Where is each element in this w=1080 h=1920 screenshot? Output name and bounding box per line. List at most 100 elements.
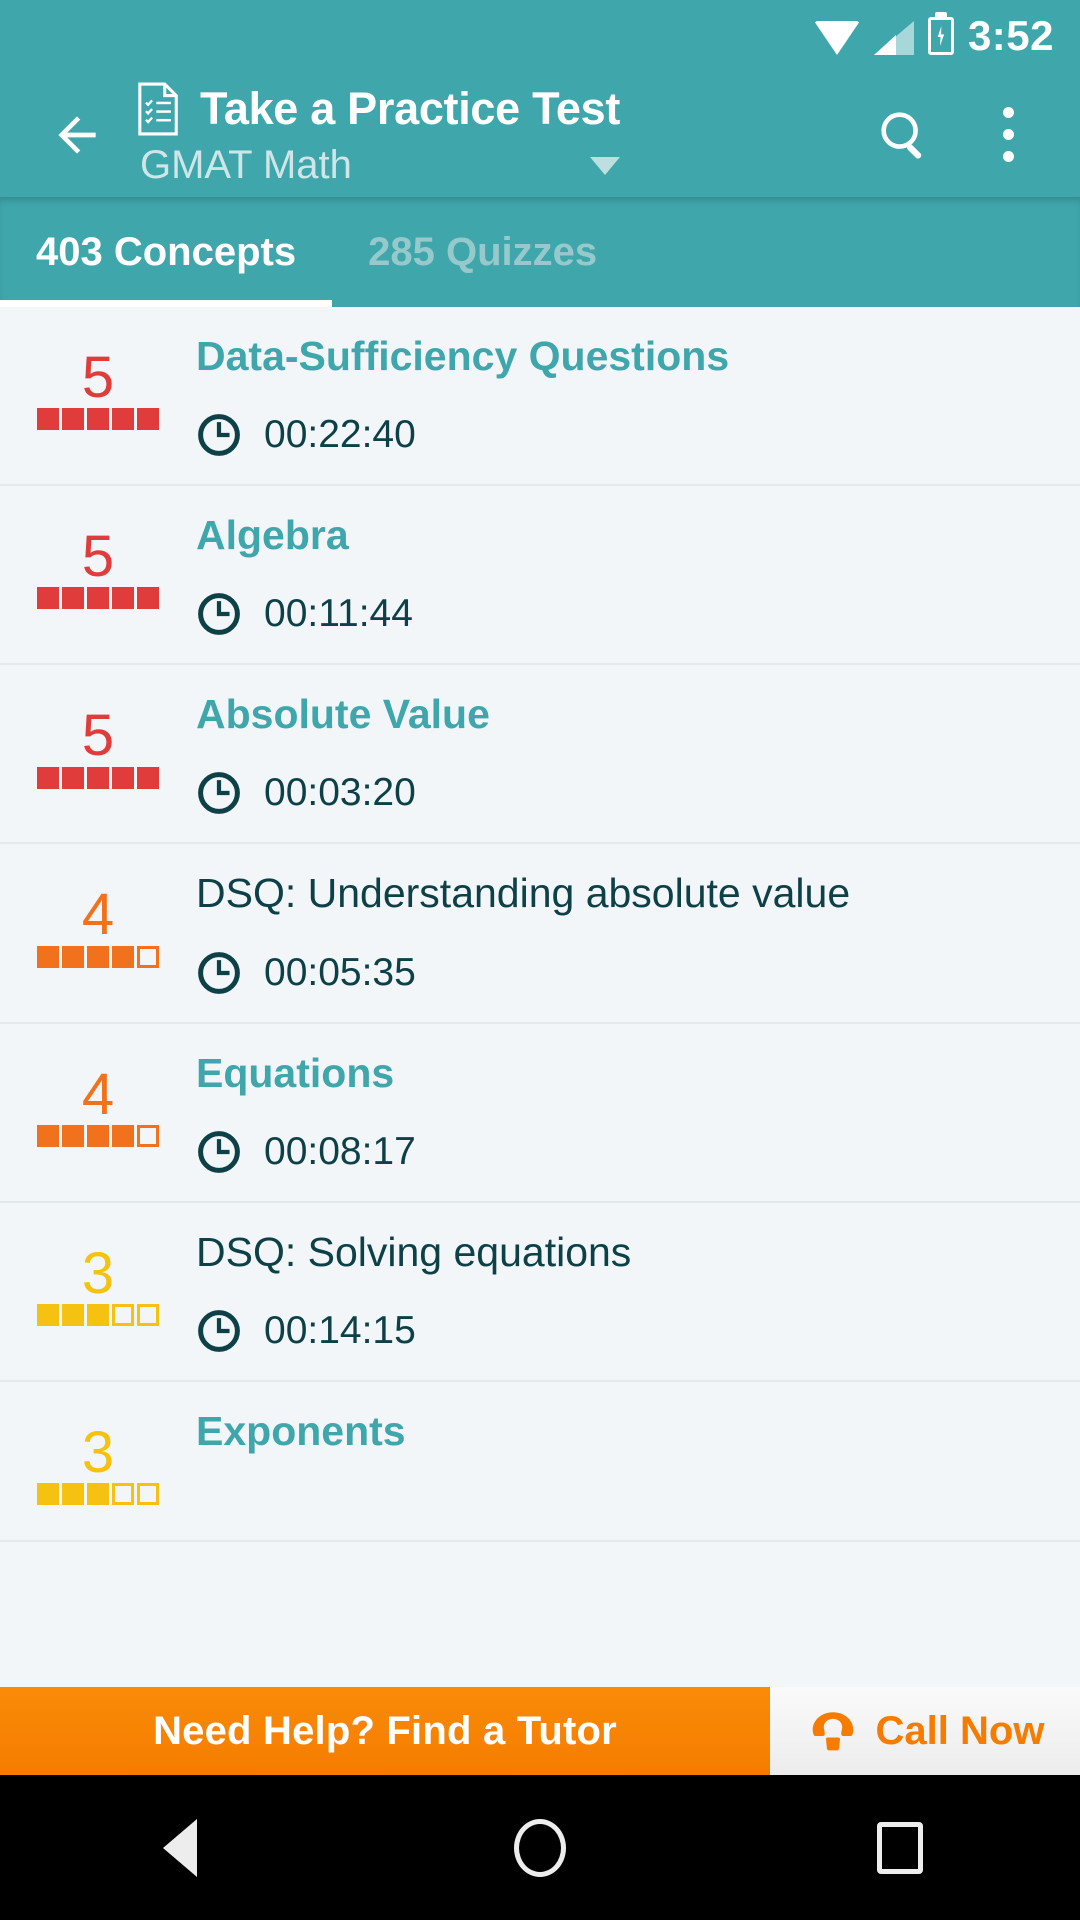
nav-recents-button[interactable]: [815, 1775, 985, 1920]
list-item-title[interactable]: Absolute Value: [196, 687, 1060, 738]
tab-quizzes[interactable]: 285 Quizzes: [332, 197, 633, 307]
list-item-content: DSQ: Solving equations 00:14:15: [196, 1225, 1080, 1354]
list-item-content: Algebra 00:11:44: [196, 508, 1080, 637]
rating-value: 3: [81, 1419, 115, 1485]
duration-text: 00:14:15: [264, 1308, 416, 1352]
rating-square-empty: [112, 1483, 134, 1506]
call-now-label: Call Now: [875, 1708, 1045, 1753]
page-title: Take a Practice Test: [200, 83, 621, 134]
rating-square-filled: [62, 587, 84, 610]
tab-quizzes-label: 285 Quizzes: [368, 229, 598, 274]
nav-home-icon: [514, 1818, 566, 1877]
rating-square-filled: [137, 587, 159, 610]
rating-value: 3: [81, 1240, 115, 1306]
list-item[interactable]: 5 Algebra 00:11:44: [0, 486, 1080, 666]
nav-recents-icon: [877, 1821, 923, 1874]
rating-square-empty: [137, 1124, 159, 1147]
list-item-title[interactable]: DSQ: Solving equations: [196, 1225, 1060, 1276]
call-now-button[interactable]: Call Now: [770, 1687, 1080, 1775]
rating-square-filled: [87, 1124, 109, 1147]
rating-square-filled: [37, 945, 59, 968]
rating-square-filled: [62, 945, 84, 968]
overflow-menu-button[interactable]: [960, 87, 1056, 183]
rating-square-filled: [137, 408, 159, 431]
clock-icon: [198, 593, 240, 636]
list-item-title[interactable]: Data-Sufficiency Questions: [196, 329, 1060, 380]
rating-square-filled: [37, 1483, 59, 1506]
rating-square-filled: [112, 1124, 134, 1147]
android-navigation-bar: [0, 1775, 1080, 1920]
rating-meter: [37, 1124, 159, 1147]
list-rows-container: 5 Data-Sufficiency Questions 00:22:40 5 Alge…: [0, 307, 1080, 1542]
duration-text: 00:05:35: [264, 950, 416, 994]
rating-square-filled: [87, 1483, 109, 1506]
list-item-content: DSQ: Understanding absolute value 00:05:3…: [196, 866, 1080, 995]
status-bar: 3:52: [0, 0, 1080, 72]
list-item[interactable]: 5 Data-Sufficiency Questions 00:22:40: [0, 307, 1080, 487]
find-a-tutor-button[interactable]: Need Help? Find a Tutor: [0, 1687, 770, 1775]
find-a-tutor-label: Need Help? Find a Tutor: [153, 1708, 617, 1753]
clock-icon: [198, 1309, 240, 1352]
difficulty-rating: 3: [0, 1225, 196, 1326]
rating-meter: [37, 766, 159, 789]
rating-meter: [37, 587, 159, 610]
list-item-title[interactable]: Exponents: [196, 1404, 1060, 1455]
subject-selector[interactable]: GMAT Math: [136, 143, 856, 188]
list-item-title[interactable]: DSQ: Understanding absolute value: [196, 866, 1060, 917]
list-item[interactable]: 3 DSQ: Solving equations 00:14:15: [0, 1202, 1080, 1382]
difficulty-rating: 4: [0, 866, 196, 968]
phone-icon: [812, 1712, 853, 1751]
rating-square-filled: [62, 1483, 84, 1506]
rating-square-filled: [37, 1124, 59, 1147]
difficulty-rating: 4: [0, 1046, 196, 1147]
list-item-content: Exponents: [196, 1404, 1080, 1455]
duration-text: 00:08:17: [264, 1129, 416, 1173]
list-item-title[interactable]: Equations: [196, 1046, 1060, 1097]
list-item-content: Absolute Value 00:03:20: [196, 687, 1080, 816]
rating-square-filled: [62, 408, 84, 431]
list-item[interactable]: 4 Equations 00:08:17: [0, 1023, 1080, 1203]
clock-icon: [198, 951, 240, 994]
back-arrow-icon: [58, 115, 96, 154]
status-bar-clock: 3:52: [967, 12, 1054, 59]
rating-square-filled: [62, 1124, 84, 1147]
rating-square-empty: [137, 1304, 159, 1326]
concept-list[interactable]: 5 Data-Sufficiency Questions 00:22:40 5 Alge…: [0, 307, 1080, 1687]
app-bar-actions: [856, 87, 1056, 183]
list-item[interactable]: 4 DSQ: Understanding absolute value 00:05:…: [0, 844, 1080, 1024]
list-item-content: Data-Sufficiency Questions 00:22:40: [196, 329, 1080, 458]
rating-square-filled: [87, 408, 109, 431]
list-item-duration: 00:14:15: [196, 1308, 1060, 1354]
rating-meter: [37, 1304, 159, 1326]
rating-square-filled: [112, 408, 134, 431]
nav-back-button[interactable]: [95, 1775, 265, 1920]
rating-square-filled: [37, 408, 59, 431]
rating-square-filled: [87, 1304, 109, 1326]
title-row: Take a Practice Test: [136, 81, 856, 137]
back-button[interactable]: [34, 92, 120, 178]
list-item-duration: 00:03:20: [196, 770, 1060, 816]
app-bar: Take a Practice Test GMAT Math: [0, 72, 1080, 197]
tab-bar: 403 Concepts 285 Quizzes: [0, 197, 1080, 307]
status-icon-group: [813, 17, 954, 55]
list-item[interactable]: 3 Exponents: [0, 1381, 1080, 1542]
duration-text: 00:11:44: [264, 592, 413, 636]
tab-concepts[interactable]: 403 Concepts: [0, 197, 333, 307]
rating-value: 5: [81, 345, 115, 410]
clock-icon: [198, 772, 240, 815]
rating-meter: [37, 945, 159, 968]
rating-value: 4: [81, 1061, 115, 1127]
list-item-duration: 00:05:35: [196, 950, 1060, 996]
list-item[interactable]: 5 Absolute Value 00:03:20: [0, 665, 1080, 845]
practice-test-document-icon: [138, 82, 178, 136]
subject-label: GMAT Math: [140, 143, 352, 187]
search-icon: [881, 111, 922, 159]
list-item-title[interactable]: Algebra: [196, 508, 1060, 559]
rating-square-filled: [87, 945, 109, 968]
rating-square-filled: [37, 1304, 59, 1326]
nav-home-button[interactable]: [455, 1775, 625, 1920]
difficulty-rating: 5: [0, 508, 196, 610]
search-button[interactable]: [856, 87, 952, 183]
list-item-duration: 00:22:40: [196, 412, 1060, 458]
rating-square-empty: [137, 945, 159, 968]
